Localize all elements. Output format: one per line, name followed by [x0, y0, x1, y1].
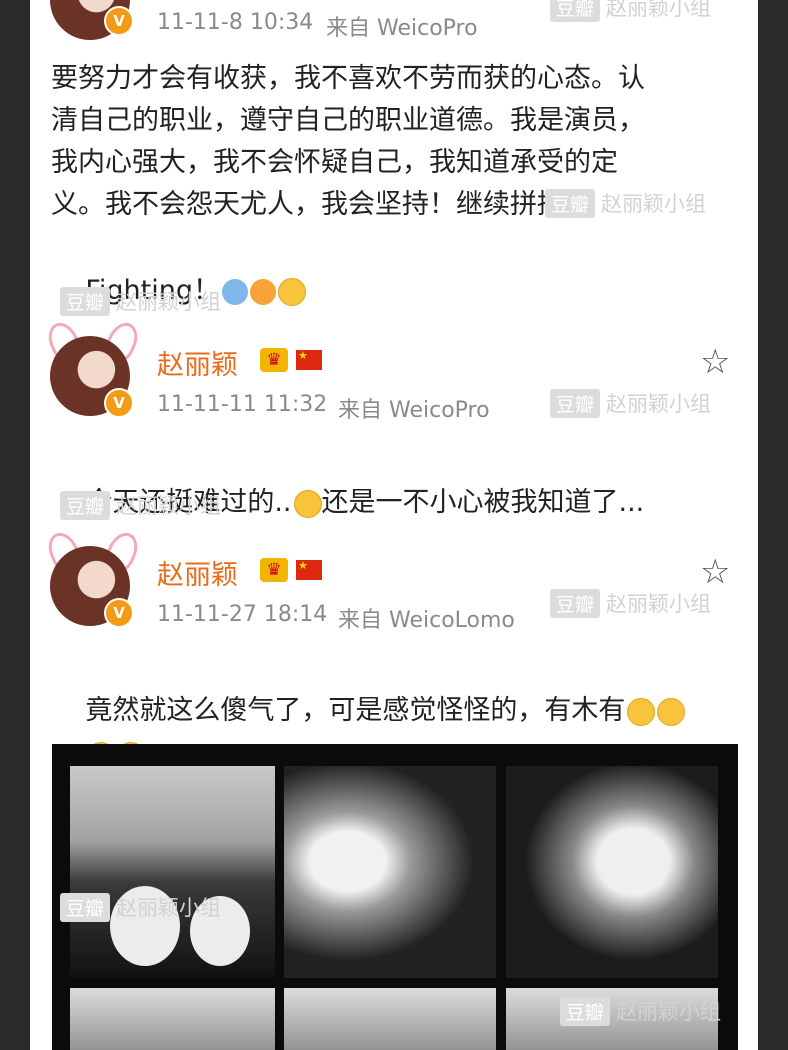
- user-name[interactable]: 赵丽颖: [157, 343, 238, 382]
- post-text-part: 还是一不小心被我知道了...: [321, 487, 645, 518]
- post-source: 来自 WeicoLomo: [338, 608, 515, 633]
- photo-cell[interactable]: [284, 766, 496, 978]
- verified-badge-icon: V: [104, 598, 134, 628]
- weibo-feed: V 11-11-8 10:34 来自 WeicoPro 豆瓣 赵丽颖小组 要努力才…: [30, 0, 758, 1050]
- thinking-emoji-icon: [627, 697, 656, 726]
- watermark: 豆瓣 赵丽颖小组: [60, 892, 221, 922]
- post-text-line: 义。我不会怨天尤人，我会坚持！继续拼搏！: [51, 189, 591, 220]
- crown-badge-icon: ♛: [260, 348, 288, 372]
- china-flag-icon: ★: [296, 560, 322, 580]
- photo-cell[interactable]: [506, 766, 718, 978]
- post-source: 来自 WeicoPro: [326, 16, 478, 41]
- post-text-line: 我内心强大，我不会怀疑自己，我知道承受的定: [51, 147, 618, 178]
- embarrassed-emoji-icon: [293, 489, 322, 518]
- post-source: 来自 WeicoPro: [338, 398, 490, 423]
- hug-emoji-icon: [222, 278, 249, 305]
- sunglasses-emoji-icon: [657, 697, 686, 726]
- surprised-emoji-icon: [250, 278, 277, 305]
- watermark: 豆瓣 赵丽颖小组: [550, 0, 711, 22]
- star-outline-icon[interactable]: ☆: [700, 552, 730, 592]
- watermark: 豆瓣 赵丽颖小组: [550, 388, 711, 418]
- post-text-part: 竟然就这么傻气了，可是感觉怪怪的，有木有: [85, 695, 626, 726]
- post-text-line: 要努力才会有收获，我不喜欢不劳而获的心态。认: [51, 63, 645, 94]
- smile-emoji-icon: [278, 277, 307, 306]
- photo-cell[interactable]: [70, 766, 275, 978]
- watermark: 豆瓣 赵丽颖小组: [60, 286, 221, 316]
- watermark: 豆瓣 赵丽颖小组: [60, 490, 221, 520]
- verified-badge-icon: V: [104, 6, 134, 36]
- post-timestamp: 11-11-8 10:34: [157, 10, 314, 35]
- crown-badge-icon: ♛: [260, 558, 288, 582]
- post-text-line: 清自己的职业，遵守自己的职业道德。我是演员，: [51, 105, 645, 136]
- watermark: 豆瓣 赵丽颖小组: [550, 588, 711, 618]
- watermark: 豆瓣 赵丽颖小组: [545, 188, 706, 218]
- post-timestamp: 11-11-27 18:14: [157, 602, 328, 627]
- watermark: 豆瓣 赵丽颖小组: [560, 996, 721, 1026]
- photo-cell[interactable]: [70, 988, 275, 1050]
- china-flag-icon: ★: [296, 350, 322, 370]
- photo-cell[interactable]: [284, 988, 496, 1050]
- user-name[interactable]: 赵丽颖: [157, 553, 238, 592]
- verified-badge-icon: V: [104, 388, 134, 418]
- star-outline-icon[interactable]: ☆: [700, 342, 730, 382]
- post-timestamp: 11-11-11 11:32: [157, 392, 328, 417]
